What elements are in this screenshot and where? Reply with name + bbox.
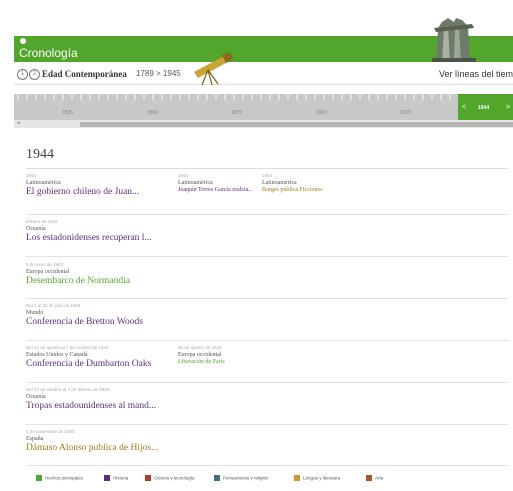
event-title[interactable]: Dámaso Alonso publica de Hijos... [26,443,158,454]
timeline-year-label[interactable]: 1875 [231,110,242,116]
legend-label: Pensamiento y religión [223,475,269,481]
divider [26,298,508,299]
event-card[interactable]: 1944 Latinoamérica El gobierno chileno d… [26,173,139,198]
event-region: Oceanía [26,226,46,232]
page-title: Cronología [19,46,78,60]
event-region: España [26,436,44,442]
step-two-icon[interactable]: 2 [29,69,40,80]
event-region: Estados Unidos y Canadá [26,352,88,358]
event-title[interactable]: Desembarco de Normandía [26,276,130,287]
event-card[interactable]: 25 de agosto de 1944 Europa occidental L… [178,345,225,366]
divider [26,382,508,383]
divider [26,465,508,466]
event-region: Europa occidental [178,352,222,358]
legend-label: Arte [375,475,384,481]
event-region: Mundo [26,310,44,316]
timeline-year-label[interactable]: 1925 [400,110,411,116]
event-title[interactable]: Tropas estadounidenses al mand... [26,401,156,412]
event-title[interactable]: Conferencia de Dumbarton Oaks [26,359,151,370]
header-dot-icon [20,38,26,44]
event-card[interactable]: Del 17 de octubre al 4 de febrero de 194… [26,387,156,412]
category-legend: Hechos principales Historia Ciencia y te… [26,475,508,485]
era-breadcrumb: 1 2 Edad Contemporánea 1789 > 1945 Ver l… [14,64,513,85]
legend-swatch [294,475,300,481]
event-region: Latinoamérica [178,180,213,186]
timeline-scrollbar[interactable]: ◂ [14,120,513,128]
event-region: Latinoamérica [262,180,297,186]
divider [26,168,508,169]
event-card[interactable]: Del 21 de agosto al 7 de octubre de 1944… [26,345,151,370]
next-year-button[interactable]: > [506,104,510,111]
legend-swatch [145,475,151,481]
event-card[interactable]: 1944 Latinoamérica Borges publica Ficcio… [262,173,323,194]
legend-item[interactable]: Hechos principales [36,475,83,481]
divider [26,214,508,215]
legend-item[interactable]: Arte [366,475,383,481]
event-card[interactable]: 6 de junio de 1944 Europa occidental Des… [26,262,130,287]
timeline-ticks [17,94,451,100]
current-year-marker: < 1944 > [458,94,513,120]
event-region: Latinoamérica [26,180,61,186]
year-heading: 1944 [26,147,54,162]
timeline-year-label[interactable]: 1825 [62,110,73,116]
event-region: Europa occidental [26,269,70,275]
event-region: Oceanía [26,394,46,400]
step-one-icon[interactable]: 1 [17,69,28,80]
era-link[interactable]: Edad Contemporánea [42,69,127,79]
divider [26,256,508,257]
divider [26,340,508,341]
era-range: 1789 > 1945 [136,69,181,78]
legend-item[interactable]: Lengua y literatura [294,475,340,481]
legend-item[interactable]: Pensamiento y religión [214,475,269,481]
event-title[interactable]: Borges publica Ficciones [262,187,323,194]
column-illustration [432,18,476,62]
event-card[interactable]: 4 de noviembre de 1944 España Dámaso Alo… [26,429,158,454]
scrollbar-thumb[interactable] [80,122,513,127]
event-card[interactable]: febrero de 1944 Oceanía Los estadonidens… [26,219,152,244]
previous-year-button[interactable]: < [462,104,466,111]
event-title[interactable]: El gobierno chileno de Juan... [26,187,139,198]
timeline-year-label[interactable]: 1850 [147,110,158,116]
event-title[interactable]: Liberación de París [178,359,225,366]
legend-swatch [366,475,372,481]
timeline-year-label[interactable]: 1900 [316,110,327,116]
event-title[interactable]: Los estadonidenses recuperan l... [26,233,152,244]
legend-label: Hechos principales [45,475,84,481]
legend-label: Ciencia y tecnología [154,475,195,481]
legend-item[interactable]: Ciencia y tecnología [145,475,195,481]
divider [26,424,508,425]
event-card[interactable]: 1944 Latinoamérica Joaquín Torres García… [178,173,254,194]
telescope-illustration [194,52,233,86]
page: Cronología 1 2 Edad Contemporánea 1789 >… [0,0,513,491]
current-year-label: 1944 [478,105,490,111]
timeline-ruler[interactable]: 1825 1850 1875 1900 1925 < 1944 > [14,94,513,120]
event-title[interactable]: Joaquín Torres García realiza... [178,187,254,194]
event-card[interactable]: Del 1 al 22 de julio de 1944 Mundo Confe… [26,303,143,328]
view-timelines-link[interactable]: Ver líneas del tiemp [439,69,513,79]
legend-label: Lengua y literatura [303,475,341,481]
legend-item[interactable]: Historia [104,475,128,481]
legend-label: Historia [113,475,129,481]
legend-swatch [214,475,220,481]
legend-swatch [36,475,42,481]
event-title[interactable]: Conferencia de Bretton Woods [26,317,143,328]
legend-swatch [104,475,110,481]
scroll-left-icon[interactable]: ◂ [17,120,20,126]
